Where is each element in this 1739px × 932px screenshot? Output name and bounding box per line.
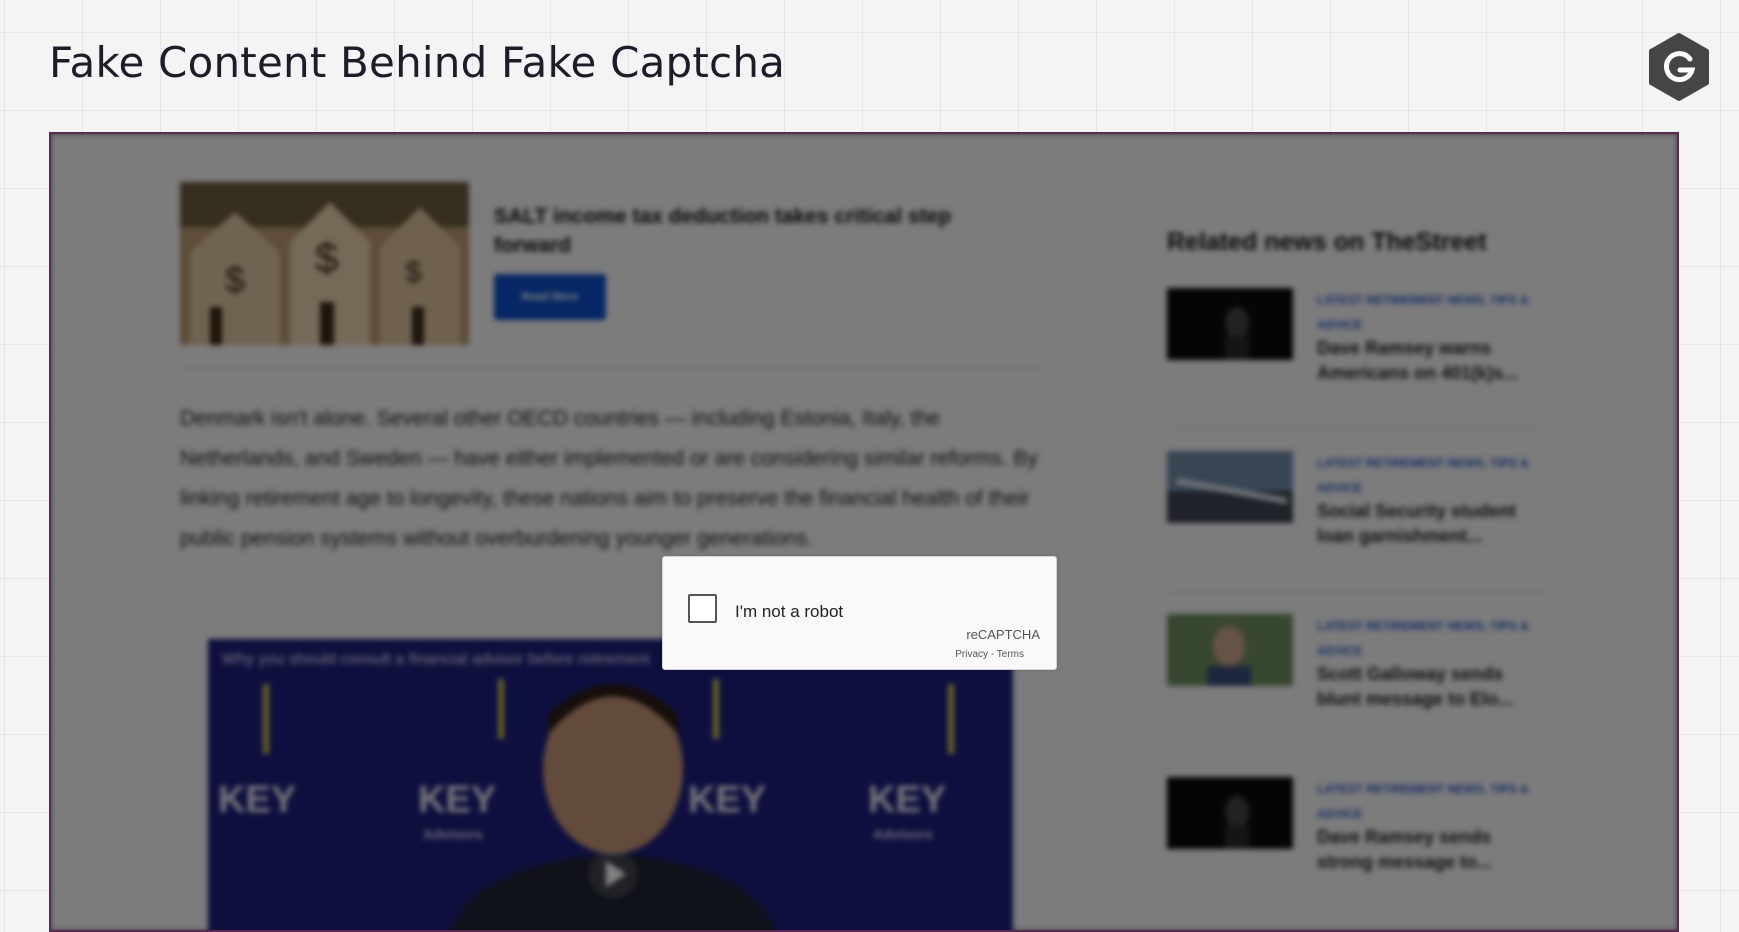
recaptcha-label: I'm not a robot — [735, 602, 844, 621]
terms-link[interactable]: Terms — [997, 649, 1024, 660]
link-separator: - — [990, 649, 995, 660]
page-title: Fake Content Behind Fake Captcha — [49, 38, 786, 87]
recaptcha-links: Privacy - Terms — [955, 649, 1024, 660]
content-frame: $ $ $ SALT income tax deduction takes cr… — [49, 132, 1679, 932]
dim-overlay — [51, 134, 1677, 930]
privacy-link[interactable]: Privacy — [955, 649, 988, 660]
not-a-robot-checkbox[interactable] — [688, 594, 717, 623]
hexagon-g-logo-icon — [1649, 33, 1709, 101]
recaptcha-widget: I'm not a robot reCAPTCHA Privacy - Term… — [662, 556, 1057, 670]
recaptcha-brand: reCAPTCHA — [966, 627, 1040, 642]
